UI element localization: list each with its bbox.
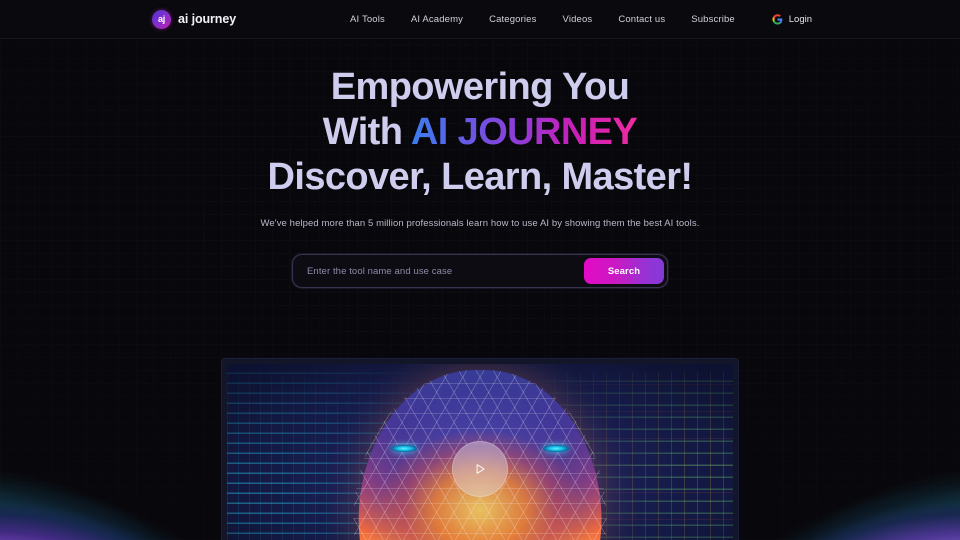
top-navigation-bar: aj ai journey AI Tools AI Academy Catego… — [0, 0, 960, 39]
nav-item-contact-us[interactable]: Contact us — [618, 14, 665, 25]
play-triangle-icon — [476, 464, 485, 474]
nav-item-ai-academy[interactable]: AI Academy — [411, 14, 463, 25]
nav-item-videos[interactable]: Videos — [563, 14, 593, 25]
headline-accent-ai-journey: AI JOURNEY — [410, 111, 638, 154]
headline-line-1: Empowering You — [330, 66, 630, 108]
nav-item-categories[interactable]: Categories — [489, 14, 536, 25]
search-button[interactable]: Search — [584, 258, 664, 285]
search-input[interactable] — [307, 258, 584, 285]
brand-name: ai journey — [178, 12, 237, 26]
headline-line-2-prefix: With — [322, 111, 411, 154]
brand-logo[interactable]: aj ai journey — [152, 9, 237, 29]
search-bar[interactable]: Search — [292, 254, 668, 289]
login-label: Login — [788, 13, 812, 25]
hero-section: Empowering You With AI JOURNEY Discover,… — [0, 39, 960, 289]
nav-item-ai-tools[interactable]: AI Tools — [350, 14, 385, 25]
nav-item-subscribe[interactable]: Subscribe — [691, 14, 735, 25]
hero-subtitle: We've helped more than 5 million profess… — [260, 218, 700, 230]
page-title: Empowering You With AI JOURNEY Discover,… — [0, 65, 960, 200]
landing-page: aj ai journey AI Tools AI Academy Catego… — [0, 0, 960, 540]
nav-links: AI Tools AI Academy Categories Videos Co… — [350, 14, 735, 25]
video-player-card[interactable] — [222, 359, 738, 540]
google-login-button[interactable]: Login — [772, 14, 812, 25]
google-g-icon — [772, 13, 783, 25]
brand-badge-text: aj — [158, 13, 165, 24]
headline-line-2: With AI JOURNEY — [0, 110, 960, 155]
play-button[interactable] — [452, 441, 508, 497]
aj-monogram-icon: aj — [152, 9, 171, 29]
headline-line-3: Discover, Learn, Master! — [267, 156, 694, 199]
